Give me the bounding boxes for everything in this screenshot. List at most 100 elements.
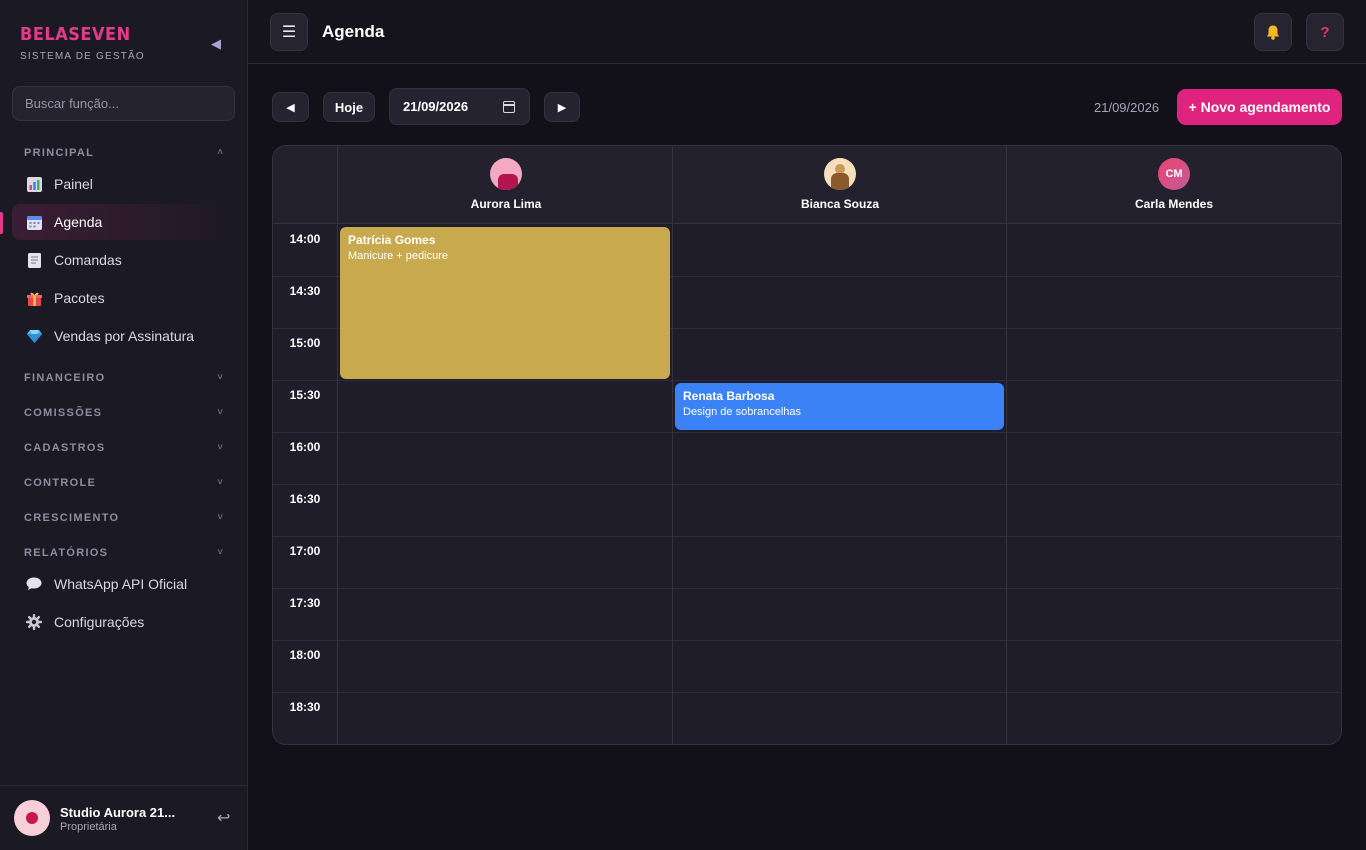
- chevron-down-icon: ˅: [217, 442, 224, 452]
- calendar-icon: [26, 214, 42, 230]
- sidebar-item-agenda[interactable]: Agenda: [12, 204, 232, 240]
- section-financeiro[interactable]: FINANCEIRO ˅: [24, 372, 224, 386]
- sidebar-item-label: WhatsApp API Oficial: [54, 576, 188, 592]
- staff-column-header[interactable]: Bianca Souza: [673, 158, 1007, 211]
- sidebar-item-pacotes[interactable]: Pacotes: [12, 280, 232, 316]
- column-divider: [337, 146, 338, 744]
- receipt-icon: [26, 252, 42, 268]
- avatar[interactable]: [14, 800, 50, 836]
- avatar: CM: [1158, 158, 1190, 190]
- sidebar-item-label: Configurações: [54, 614, 145, 630]
- sidebar: BELASEVEN SISTEMA DE GESTÃO ◀ PRINCIPAL …: [0, 0, 248, 850]
- question-icon: ?: [1320, 23, 1330, 41]
- sidebar-item-label: Vendas por Assinatura: [54, 328, 195, 344]
- row-divider: [273, 484, 1341, 485]
- chevron-down-icon: ˅: [217, 477, 224, 487]
- appointment-client: Renata Barbosa: [683, 389, 775, 403]
- help-button[interactable]: ?: [1306, 13, 1344, 51]
- section-label: CONTROLE: [24, 477, 97, 489]
- appointment-client: Patrícia Gomes: [348, 233, 436, 247]
- active-indicator: [0, 212, 3, 234]
- chevron-up-icon: ˄: [217, 147, 224, 157]
- sidebar-item-configuracoes[interactable]: Configurações: [12, 604, 232, 640]
- notifications-button[interactable]: [1254, 13, 1292, 51]
- collapse-sidebar-icon[interactable]: ◀: [208, 36, 224, 52]
- row-divider: [273, 536, 1341, 537]
- calendar-picker-icon[interactable]: [503, 101, 515, 113]
- section-principal[interactable]: PRINCIPAL ˄: [24, 147, 224, 161]
- time-label: 15:00: [289, 336, 321, 350]
- sidebar-item-whatsapp[interactable]: WhatsApp API Oficial: [12, 566, 232, 602]
- user-profile: Studio Aurora 21... Proprietária ↩: [0, 785, 247, 850]
- selected-date-label: 21/09/2026: [1094, 100, 1160, 115]
- brand-logo: BELASEVEN: [20, 24, 131, 45]
- sidebar-item-comandas[interactable]: Comandas: [12, 242, 232, 278]
- avatar: [824, 158, 856, 190]
- page-title: Agenda: [322, 22, 385, 41]
- date-input[interactable]: 21/09/2026: [389, 88, 530, 125]
- row-divider: [273, 380, 1341, 381]
- menu-button[interactable]: ☰: [270, 13, 308, 51]
- chevron-right-icon: ▶: [557, 101, 567, 114]
- brand: BELASEVEN SISTEMA DE GESTÃO: [20, 24, 145, 62]
- sidebar-item-label: Agenda: [54, 214, 103, 230]
- chevron-down-icon: ˅: [217, 547, 224, 557]
- bell-icon: [1266, 25, 1280, 40]
- appointment-service: Manicure + pedicure: [348, 250, 448, 262]
- section-label: COMISSÕES: [24, 407, 103, 419]
- time-label: 15:30: [289, 388, 321, 402]
- staff-name: Aurora Lima: [470, 197, 542, 211]
- section-cadastros[interactable]: CADASTROS ˅: [24, 442, 224, 456]
- sidebar-item-label: Pacotes: [54, 290, 105, 306]
- appointment-card[interactable]: Patrícia Gomes Manicure + pedicure: [340, 227, 670, 379]
- staff-column-header[interactable]: Aurora Lima: [339, 158, 673, 211]
- sidebar-item-label: Painel: [54, 176, 93, 192]
- search-input[interactable]: [12, 86, 235, 121]
- section-principal-label: PRINCIPAL: [24, 147, 95, 159]
- section-controle[interactable]: CONTROLE ˅: [24, 477, 224, 491]
- sidebar-item-vendas-assinatura[interactable]: Vendas por Assinatura: [12, 318, 232, 354]
- section-label: CADASTROS: [24, 442, 106, 454]
- chevron-down-icon: ˅: [217, 512, 224, 522]
- row-divider: [273, 432, 1341, 433]
- section-label: RELATÓRIOS: [24, 547, 109, 559]
- hamburger-icon: ☰: [281, 24, 297, 41]
- speech-bubble-icon: [26, 576, 42, 592]
- staff-name: Carla Mendes: [1134, 197, 1214, 211]
- column-divider: [672, 146, 673, 744]
- row-divider: [273, 588, 1341, 589]
- topbar: ☰ Agenda ?: [248, 0, 1366, 64]
- logout-icon[interactable]: ↩: [217, 808, 230, 828]
- section-relatorios[interactable]: RELATÓRIOS ˅: [24, 547, 224, 561]
- chevron-down-icon: ˅: [217, 372, 224, 382]
- time-label: 17:00: [289, 544, 321, 558]
- date-input-value: 21/09/2026: [403, 99, 469, 114]
- avatar: [490, 158, 522, 190]
- brand-subtitle: SISTEMA DE GESTÃO: [20, 51, 145, 62]
- diamond-icon: [26, 328, 42, 344]
- time-label: 16:00: [289, 440, 321, 454]
- time-label: 16:30: [289, 492, 321, 506]
- section-crescimento[interactable]: CRESCIMENTO ˅: [24, 512, 224, 526]
- new-appointment-button[interactable]: + Novo agendamento: [1177, 89, 1342, 125]
- column-divider: [1006, 146, 1007, 744]
- chart-icon: [26, 176, 42, 192]
- section-label: FINANCEIRO: [24, 372, 106, 384]
- section-label: CRESCIMENTO: [24, 512, 120, 524]
- appointment-card[interactable]: Renata Barbosa Design de sobrancelhas: [675, 383, 1004, 430]
- row-divider: [273, 692, 1341, 693]
- gift-icon: [26, 290, 42, 306]
- today-button[interactable]: Hoje: [323, 92, 375, 122]
- agenda-calendar: Aurora Lima Bianca Souza CM Carla Mendes…: [272, 145, 1342, 745]
- prev-day-button[interactable]: ◀: [272, 92, 309, 122]
- time-label: 14:30: [289, 284, 321, 298]
- section-comissoes[interactable]: COMISSÕES ˅: [24, 407, 224, 421]
- staff-column-header[interactable]: CM Carla Mendes: [1007, 158, 1341, 211]
- time-label: 18:00: [289, 648, 321, 662]
- row-divider: [273, 640, 1341, 641]
- staff-name: Bianca Souza: [800, 197, 880, 211]
- time-label: 14:00: [289, 232, 321, 246]
- sidebar-item-label: Comandas: [54, 252, 122, 268]
- next-day-button[interactable]: ▶: [544, 92, 580, 122]
- sidebar-item-painel[interactable]: Painel: [12, 166, 232, 202]
